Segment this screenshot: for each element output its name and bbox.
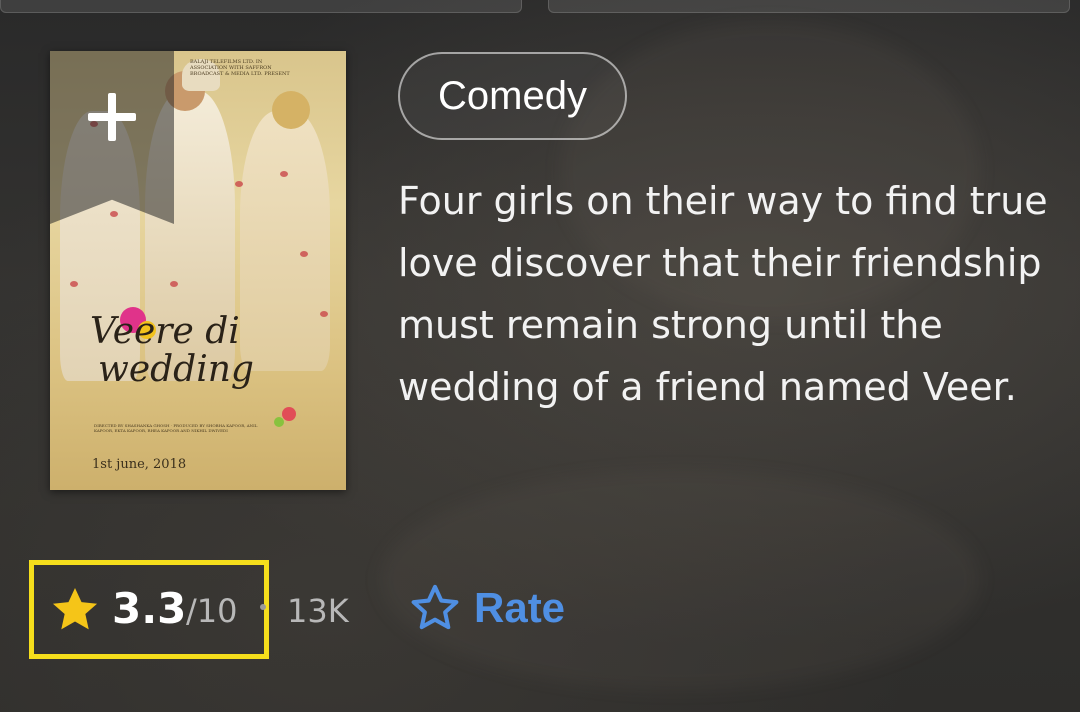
rating-value: 3.3 [112,584,187,633]
rating-count: 13K [287,592,349,630]
movie-poster[interactable]: BALAJI TELEFILMS LTD. IN ASSOCIATION WIT… [50,51,346,490]
petal [110,211,118,217]
rate-button[interactable]: Rate [408,580,565,636]
rating-scale: /10 [186,592,238,630]
poster-title-line1: Veere di [90,311,240,352]
poster-accent-dot [282,407,296,421]
poster-title-line2: wedding [98,349,254,390]
petal [300,251,308,257]
star-outline-icon [411,584,459,630]
poster-credits: DIRECTED BY SHASHANKA GHOSH · PRODUCED B… [94,423,258,433]
plus-icon [88,93,136,141]
watchlist-ribbon[interactable] [50,51,174,224]
poster-release-date: 1st june, 2018 [92,457,187,472]
petal [170,281,178,287]
petal [280,171,288,177]
poster-figure [272,91,310,129]
petal [70,281,78,287]
poster-studio-text: BALAJI TELEFILMS LTD. IN ASSOCIATION WIT… [190,59,290,77]
petal [320,311,328,317]
top-tab-right [548,0,1070,13]
rating-separator-dot [260,604,266,610]
rate-label: Rate [474,584,566,631]
plot-summary: Four girls on their way to find true lov… [398,179,1048,409]
star-icon [52,587,98,630]
poster-title: Veere di wedding [90,313,254,389]
top-tab-left [0,0,522,13]
genre-chip[interactable]: Comedy [398,52,627,140]
poster-accent-dot [274,417,284,427]
petal [235,181,243,187]
